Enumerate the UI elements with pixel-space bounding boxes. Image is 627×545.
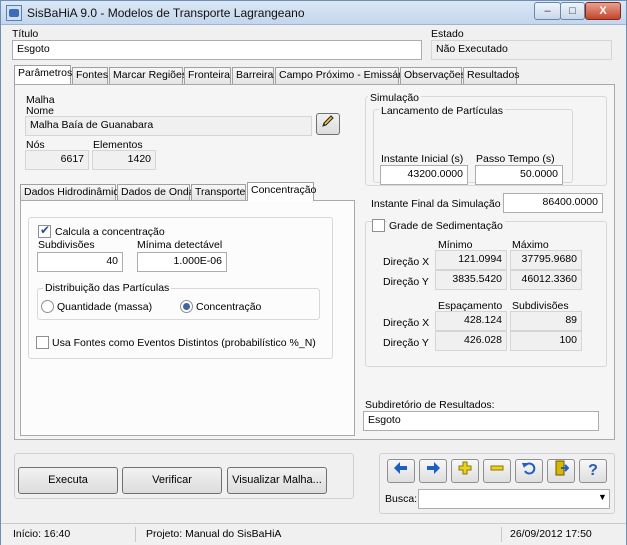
sub-x-field: 89 — [510, 311, 582, 331]
add-icon — [457, 461, 473, 480]
status-divider — [501, 527, 502, 542]
status-bar: Início: 16:40 Projeto: Manual do SisBaHi… — [1, 523, 626, 545]
instante-final-input[interactable]: 86400.0000 — [503, 193, 603, 213]
estado-field: Não Executado — [431, 40, 612, 60]
max-x-field: 37795.9680 — [510, 250, 582, 270]
exit-icon — [553, 460, 570, 480]
help-icon: ? — [588, 462, 598, 479]
distribuicao-label: Distribuição das Partículas — [43, 282, 172, 294]
arrow-right-icon — [425, 462, 441, 480]
quantidade-radio[interactable] — [41, 300, 54, 313]
tab-transporte[interactable]: Transporte — [191, 184, 246, 201]
exit-button[interactable] — [547, 459, 575, 483]
status-datetime: 26/09/2012 17:50 — [510, 528, 592, 540]
max-y-field: 46012.3360 — [510, 270, 582, 290]
calcula-label: Calcula a concentração — [55, 226, 165, 238]
pencil-icon — [321, 115, 335, 131]
titulo-input[interactable]: Esgoto — [12, 40, 422, 60]
status-inicio: Início: 16:40 — [13, 528, 71, 540]
passo-tempo-input[interactable]: 50.0000 — [475, 165, 563, 185]
quantidade-label: Quantidade (massa) — [57, 301, 153, 313]
malha-nome-field: Malha Baía de Guanabara — [25, 116, 312, 136]
titulo-label: Título — [12, 28, 39, 40]
usa-fontes-checkbox[interactable] — [36, 336, 49, 349]
tab-marcar-regioes[interactable]: Marcar Regiões — [109, 67, 187, 84]
next-button[interactable] — [419, 459, 447, 483]
estado-label: Estado — [431, 28, 464, 40]
previous-button[interactable] — [387, 459, 415, 483]
simulacao-label: Simulação — [368, 92, 422, 104]
tab-dados-hidrodinamicos[interactable]: Dados Hidrodinâmicos — [20, 184, 130, 201]
remove-button[interactable] — [483, 459, 511, 483]
min-y-field: 3835.5420 — [435, 270, 507, 290]
tab-parametros[interactable]: Parâmetros — [14, 65, 72, 84]
executa-button[interactable]: Executa — [18, 467, 118, 494]
app-icon — [6, 5, 22, 21]
minima-label: Mínima detectável — [137, 239, 223, 251]
concentracao-radio[interactable] — [180, 300, 193, 313]
passo-tempo-label: Passo Tempo (s) — [476, 153, 555, 165]
title-bar: SisBaHiA 9.0 - Modelos de Transporte Lag… — [1, 1, 626, 25]
busca-select[interactable] — [418, 489, 610, 509]
arrow-left-icon — [393, 462, 409, 480]
add-button[interactable] — [451, 459, 479, 483]
instante-final-label: Instante Final da Simulação (s): — [371, 198, 519, 210]
busca-label: Busca: — [385, 493, 418, 505]
maximize-button[interactable]: □ — [560, 2, 585, 20]
tab-dados-de-onda[interactable]: Dados de Onda — [117, 184, 195, 201]
undo-button[interactable] — [515, 459, 543, 483]
subdivisoes-label: Subdivisões — [38, 239, 95, 251]
concentracao-radio-label: Concentração — [196, 301, 262, 313]
status-projeto: Projeto: Manual do SisBaHiA — [146, 528, 282, 540]
undo-icon — [521, 462, 537, 480]
elementos-field: 1420 — [92, 150, 156, 170]
tab-fronteira[interactable]: Fronteira — [184, 67, 231, 84]
direcao-x-label-2: Direção X — [383, 317, 430, 329]
usa-fontes-label: Usa Fontes como Eventos Distintos (proba… — [52, 337, 316, 349]
subdivisoes-input[interactable]: 40 — [37, 252, 123, 272]
direcao-x-label: Direção X — [383, 256, 430, 268]
tab-resultados[interactable]: Resultados — [463, 67, 520, 84]
verificar-button[interactable]: Verificar — [122, 467, 222, 494]
lancamento-label: Lancamento de Partículas — [379, 105, 505, 117]
sub-y-field: 100 — [510, 331, 582, 351]
edit-malha-button[interactable] — [316, 113, 340, 135]
calcula-checkbox[interactable]: ✔ — [38, 223, 51, 238]
instante-inicial-label: Instante Inicial (s) — [381, 153, 464, 165]
close-button[interactable]: X — [585, 2, 621, 20]
tab-concentracao[interactable]: Concentração — [247, 182, 316, 201]
grade-checkbox[interactable] — [372, 219, 385, 232]
instante-inicial-input[interactable]: 43200.0000 — [380, 165, 468, 185]
minima-input[interactable]: 1.000E-06 — [137, 252, 227, 272]
help-button[interactable]: ? — [579, 459, 607, 483]
direcao-y-label: Direção Y — [383, 276, 429, 288]
main-window: SisBaHiA 9.0 - Modelos de Transporte Lag… — [0, 0, 627, 545]
window-title: SisBaHiA 9.0 - Modelos de Transporte Lag… — [27, 6, 305, 20]
tab-fontes[interactable]: Fontes — [72, 67, 108, 84]
remove-icon — [489, 463, 505, 480]
esp-y-field: 426.028 — [435, 331, 507, 351]
subdiretorio-label: Subdiretório de Resultados: — [365, 399, 495, 411]
direcao-y-label-2: Direção Y — [383, 337, 429, 349]
tab-barreira[interactable]: Barreira — [232, 67, 274, 84]
esp-x-field: 428.124 — [435, 311, 507, 331]
grade-label: Grade de Sedimentação — [387, 220, 505, 232]
minimize-button[interactable]: – — [534, 2, 561, 20]
min-x-field: 121.0994 — [435, 250, 507, 270]
status-divider — [135, 527, 136, 542]
visualizar-malha-button[interactable]: Visualizar Malha... — [227, 467, 327, 494]
tab-observacoes[interactable]: Observações — [400, 67, 466, 84]
chevron-down-icon[interactable]: ▼ — [598, 492, 607, 502]
nos-field: 6617 — [25, 150, 89, 170]
subdiretorio-input[interactable]: Esgoto — [363, 411, 599, 431]
tab-campo-proximo[interactable]: Campo Próximo - Emissários — [275, 67, 415, 84]
